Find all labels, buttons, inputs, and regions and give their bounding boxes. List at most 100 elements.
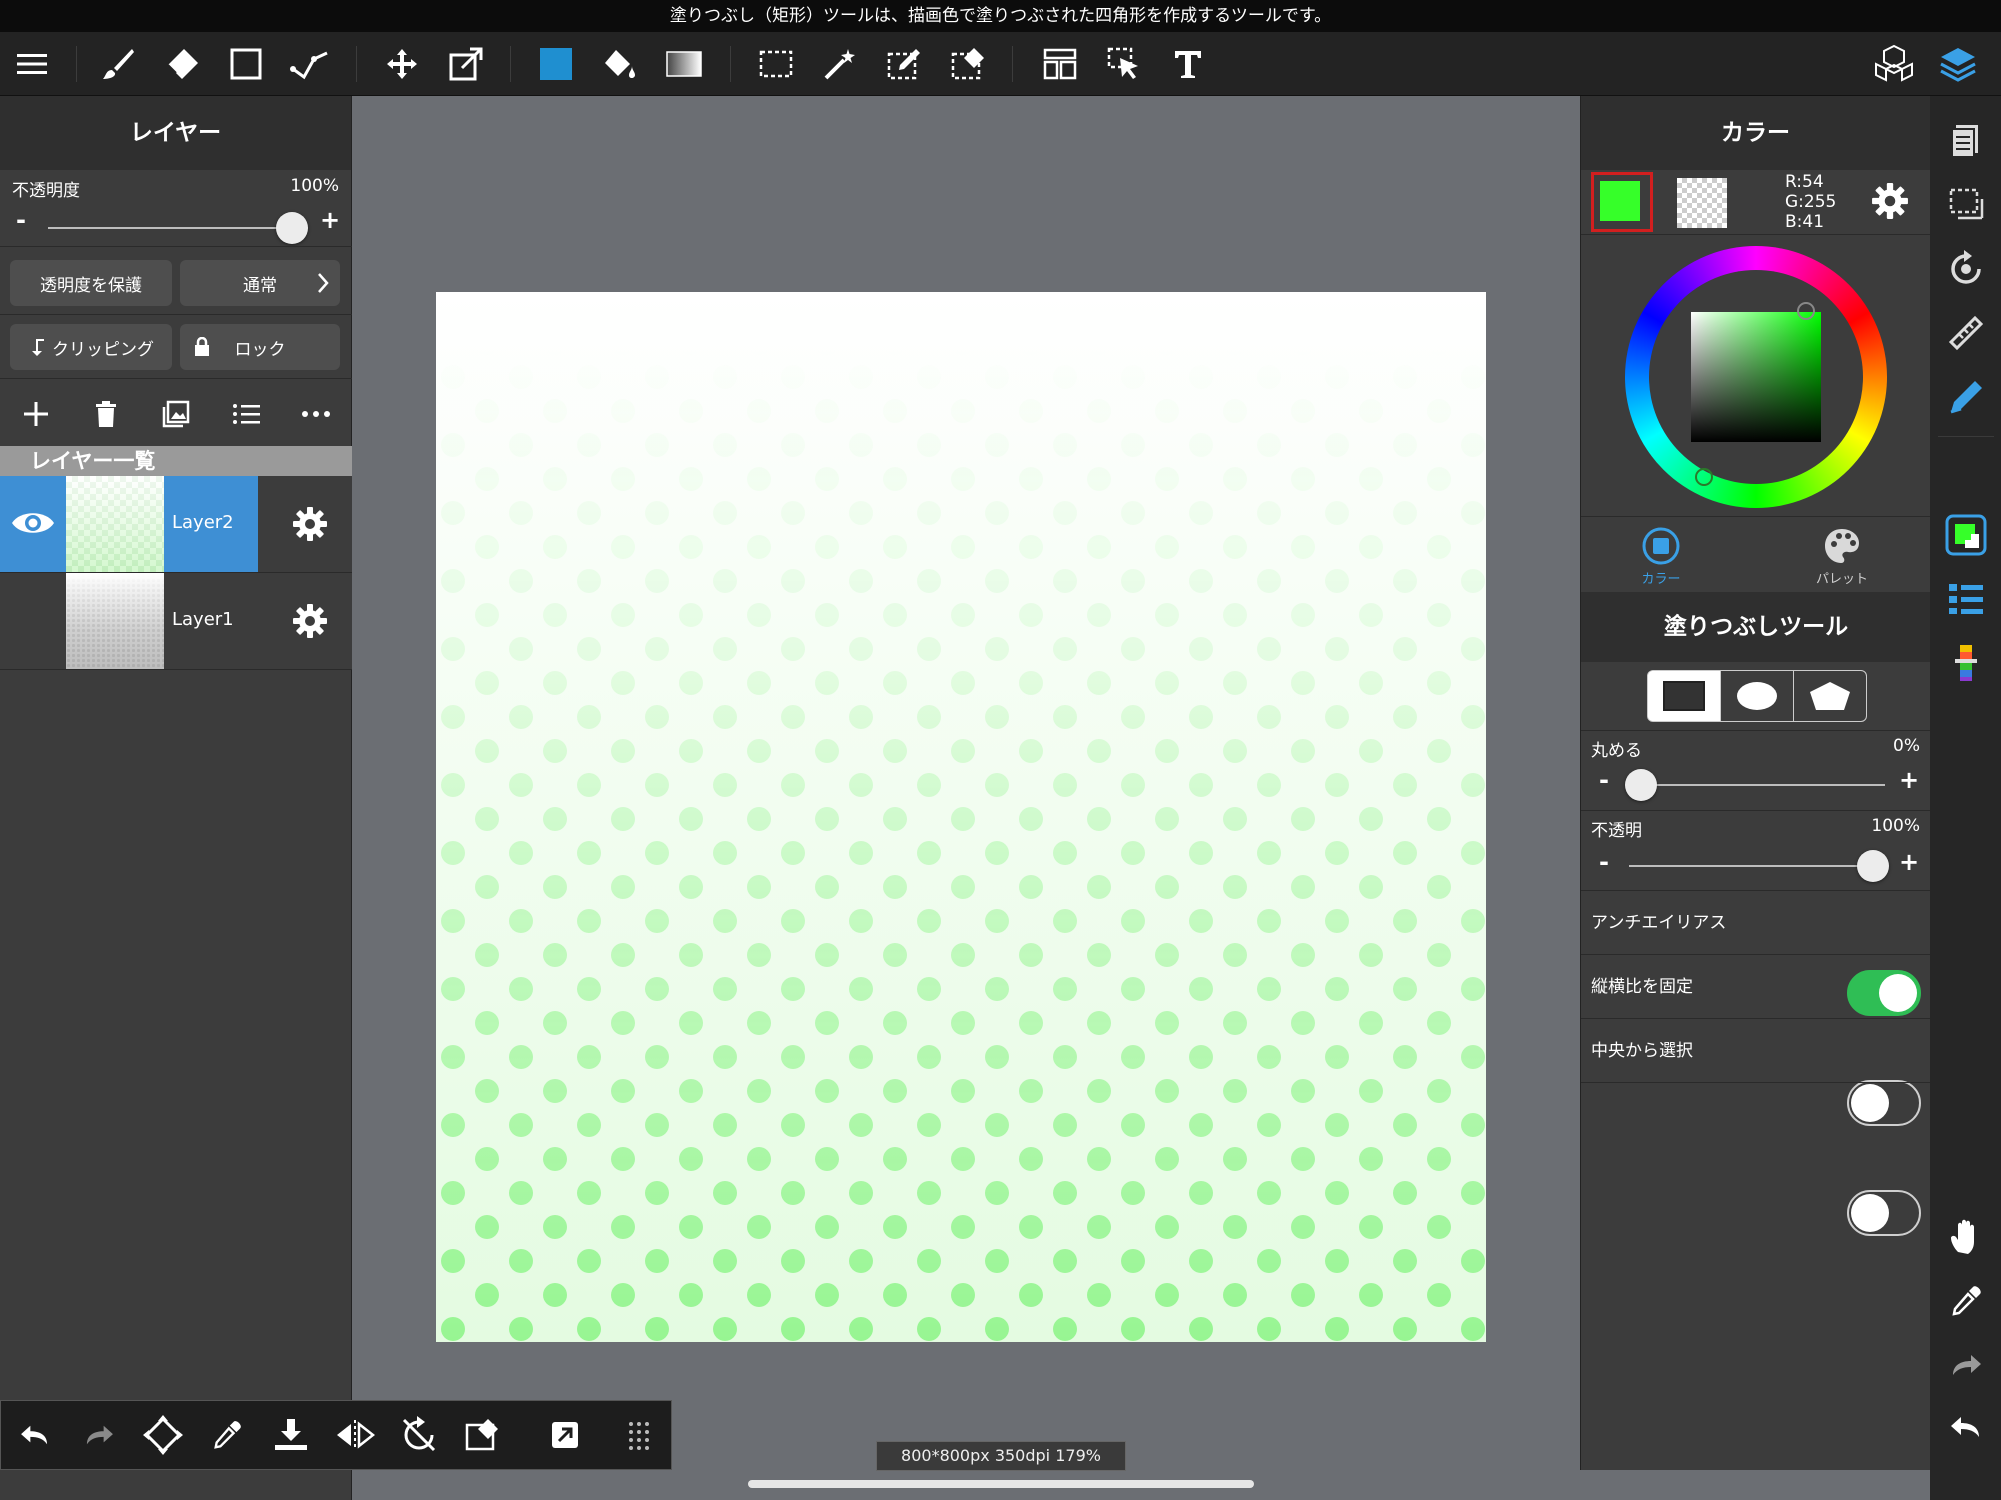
move-icon[interactable] bbox=[378, 40, 426, 88]
rotate-canvas-icon[interactable] bbox=[1941, 244, 1991, 294]
clipping-button[interactable]: クリッピング bbox=[10, 324, 172, 370]
antialias-toggle[interactable] bbox=[1847, 970, 1921, 1016]
saturation-value-square[interactable] bbox=[1691, 312, 1821, 442]
chevron-right-icon bbox=[318, 273, 329, 293]
tool-opacity-label: 不透明 bbox=[1591, 821, 1642, 841]
bucket-icon[interactable] bbox=[596, 40, 644, 88]
pen-snap-icon[interactable] bbox=[1941, 372, 1991, 422]
home-indicator[interactable] bbox=[748, 1480, 1254, 1488]
hue-wheel[interactable] bbox=[1625, 246, 1887, 508]
select-stroke-icon[interactable] bbox=[286, 40, 334, 88]
selection-layer-icon[interactable] bbox=[1941, 180, 1991, 230]
eyedropper-icon[interactable] bbox=[1941, 1276, 1991, 1326]
opacity-slider-knob[interactable] bbox=[276, 212, 308, 244]
background-color-swatch[interactable] bbox=[1677, 178, 1727, 228]
select-rect-icon[interactable] bbox=[752, 40, 800, 88]
transform-arrows-icon[interactable] bbox=[139, 1411, 187, 1459]
flip-horizontal-icon[interactable] bbox=[331, 1411, 379, 1459]
fix-ratio-label: 縦横比を固定 bbox=[1591, 977, 1693, 997]
color-palette-strip-icon[interactable] bbox=[1941, 638, 1991, 688]
layer-row-layer2[interactable]: Layer2 bbox=[0, 476, 352, 572]
rectangle-icon[interactable] bbox=[222, 40, 270, 88]
rotate-reset-icon[interactable] bbox=[395, 1411, 443, 1459]
sv-picker-handle[interactable] bbox=[1797, 302, 1815, 320]
eye-icon[interactable] bbox=[10, 506, 56, 540]
rgb-readout: R:54 G:255 B:41 bbox=[1785, 172, 1836, 232]
trash-icon[interactable] bbox=[88, 396, 124, 432]
more-icon[interactable] bbox=[298, 396, 334, 432]
color-settings-gear-icon[interactable] bbox=[1871, 182, 1909, 220]
tab-palette[interactable]: パレット bbox=[1797, 526, 1887, 587]
layer1-name: Layer1 bbox=[172, 609, 234, 630]
text-icon[interactable] bbox=[1164, 40, 1212, 88]
layer1-settings-gear-icon[interactable] bbox=[292, 603, 328, 639]
tab-color[interactable]: カラー bbox=[1621, 526, 1701, 587]
fix-ratio-toggle[interactable] bbox=[1847, 1080, 1921, 1126]
shape-polygon-button[interactable] bbox=[1794, 671, 1866, 721]
round-slider[interactable] bbox=[1629, 784, 1885, 786]
gradient-icon[interactable] bbox=[660, 40, 708, 88]
opacity-plus-button[interactable]: + bbox=[320, 206, 340, 234]
color-window-icon[interactable] bbox=[1941, 510, 1991, 560]
redo-strip-icon[interactable] bbox=[1941, 1340, 1991, 1390]
shape-ellipse-button[interactable] bbox=[1721, 671, 1794, 721]
menu-icon[interactable] bbox=[8, 40, 56, 88]
tool-opacity-minus-button[interactable]: - bbox=[1599, 848, 1609, 876]
antialias-label: アンチエイリアス bbox=[1591, 913, 1727, 933]
protect-alpha-button[interactable]: 透明度を保護 bbox=[10, 260, 172, 306]
clipping-icon bbox=[32, 339, 44, 356]
protect-alpha-label: 透明度を保護 bbox=[40, 275, 142, 296]
redo-icon[interactable] bbox=[75, 1411, 123, 1459]
ruler-icon[interactable] bbox=[1941, 308, 1991, 358]
lock-icon bbox=[195, 337, 209, 356]
image-layer-icon[interactable] bbox=[158, 396, 194, 432]
save-download-icon[interactable] bbox=[267, 1411, 315, 1459]
opacity-label: 不透明度 bbox=[12, 181, 80, 201]
hand-icon[interactable] bbox=[1941, 1212, 1991, 1262]
shape-rect-button[interactable] bbox=[1648, 671, 1721, 721]
undo-strip-icon[interactable] bbox=[1941, 1402, 1991, 1452]
tool-opacity-plus-button[interactable]: + bbox=[1899, 848, 1919, 876]
tool-opacity-slider[interactable] bbox=[1629, 865, 1885, 867]
pages-icon[interactable] bbox=[1941, 116, 1991, 166]
opacity-slider[interactable] bbox=[48, 227, 308, 229]
pointer-icon[interactable] bbox=[1100, 40, 1148, 88]
select-edit-icon[interactable] bbox=[459, 1411, 507, 1459]
fill-color-swatch[interactable] bbox=[532, 40, 580, 88]
round-minus-button[interactable]: - bbox=[1599, 766, 1609, 794]
add-layer-icon[interactable] bbox=[18, 396, 54, 432]
grip-icon[interactable] bbox=[615, 1411, 663, 1459]
blend-mode-button[interactable]: 通常 bbox=[180, 260, 340, 306]
layer-row-layer1[interactable]: Layer1 bbox=[0, 573, 352, 669]
round-plus-button[interactable]: + bbox=[1899, 766, 1919, 794]
eraser-icon[interactable] bbox=[158, 40, 206, 88]
eyedropper-quick-icon[interactable] bbox=[203, 1411, 251, 1459]
palette-icon bbox=[1825, 529, 1859, 563]
list-icon[interactable] bbox=[228, 396, 264, 432]
round-label: 丸める bbox=[1591, 741, 1642, 761]
layout-icon[interactable] bbox=[1036, 40, 1084, 88]
main-toolbar bbox=[0, 32, 2001, 96]
magic-wand-icon[interactable] bbox=[816, 40, 864, 88]
transform-icon[interactable] bbox=[442, 40, 490, 88]
brush-list-icon[interactable] bbox=[1941, 574, 1991, 624]
drawing-canvas[interactable] bbox=[436, 292, 1486, 1342]
layers-icon[interactable] bbox=[1934, 40, 1982, 88]
opacity-minus-button[interactable]: - bbox=[16, 206, 26, 234]
right-tool-strip bbox=[1930, 96, 2001, 1500]
undo-icon[interactable] bbox=[11, 1411, 59, 1459]
tool-opacity-slider-knob[interactable] bbox=[1857, 850, 1889, 882]
select-pen-icon[interactable] bbox=[880, 40, 928, 88]
from-center-toggle[interactable] bbox=[1847, 1190, 1921, 1236]
layer2-settings-gear-icon[interactable] bbox=[292, 506, 328, 542]
hue-picker-handle[interactable] bbox=[1695, 468, 1713, 486]
foreground-color-swatch[interactable] bbox=[1591, 172, 1653, 232]
brush-icon[interactable] bbox=[94, 40, 142, 88]
round-slider-knob[interactable] bbox=[1625, 769, 1657, 801]
hint-bar: 塗りつぶし（矩形）ツールは、描画色で塗りつぶされた四角形を作成するツールです。 bbox=[0, 0, 2001, 32]
select-eraser-icon[interactable] bbox=[944, 40, 992, 88]
quick-action-bar bbox=[0, 1400, 672, 1470]
materials-icon[interactable] bbox=[1870, 40, 1918, 88]
export-icon[interactable] bbox=[541, 1411, 589, 1459]
lock-button[interactable]: ロック bbox=[180, 324, 340, 370]
